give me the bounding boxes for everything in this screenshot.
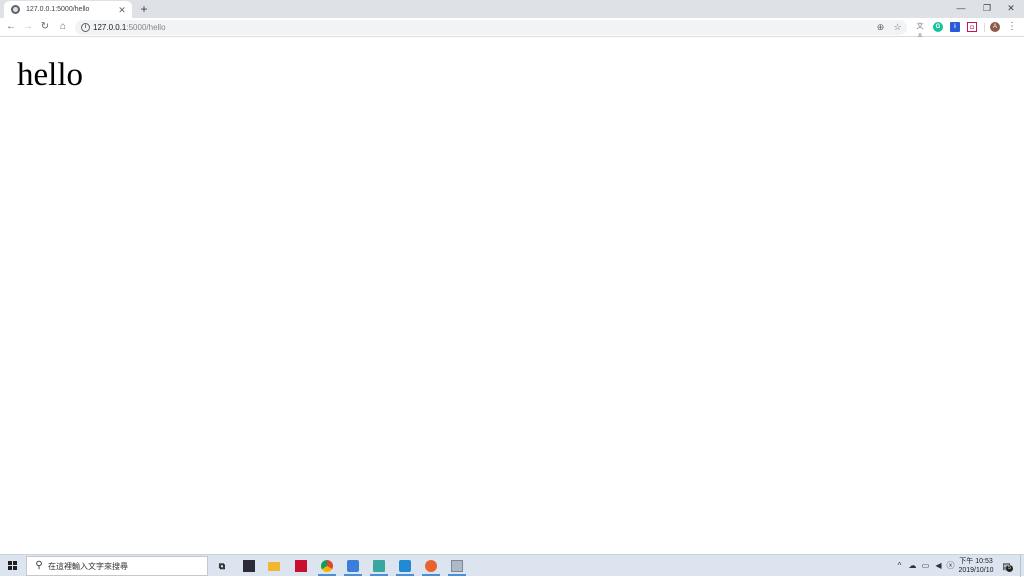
browser-tab[interactable]: 127.0.0.1:5000/hello ✕	[4, 1, 132, 18]
start-button[interactable]	[0, 555, 25, 577]
taskbar-app-notes[interactable]	[368, 556, 390, 576]
taskbar-app-file-explorer[interactable]	[263, 556, 285, 576]
taskbar-app-window[interactable]	[446, 556, 468, 576]
zoom-icon[interactable]: ⊕	[875, 22, 886, 33]
onedrive-cloud-icon[interactable]: ☁	[907, 560, 918, 571]
show-desktop-button[interactable]	[1020, 555, 1024, 577]
page-heading: hello	[17, 57, 83, 93]
volume-icon[interactable]: ◀	[933, 560, 944, 571]
taskbar-search-box[interactable]: ⚲ 在這裡輸入文字來搜尋	[26, 556, 208, 576]
back-button[interactable]: ←	[4, 20, 18, 34]
windows-logo-icon	[8, 561, 18, 571]
new-tab-button[interactable]: +	[138, 2, 150, 16]
tab-strip: 127.0.0.1:5000/hello ✕ + — ❐ ✕	[0, 0, 1024, 18]
toolbar-divider	[984, 23, 985, 32]
editor-app-icon	[295, 560, 307, 572]
globe-icon	[11, 5, 20, 14]
address-bar[interactable]: i 127.0.0.1:5000/hello ⊕ ☆	[75, 20, 907, 35]
picture-extension-icon[interactable]: ◘	[967, 22, 977, 32]
taskbar-clock[interactable]: 下午 10:53 2019/10/10	[954, 557, 998, 575]
taskbar-app-mail[interactable]	[342, 556, 364, 576]
clock-date: 2019/10/10	[958, 567, 994, 574]
tray-expand-icon[interactable]: ^	[894, 560, 905, 571]
terminal-app-icon	[243, 560, 255, 572]
site-info-icon[interactable]: i	[81, 23, 90, 32]
profile-avatar[interactable]: A	[990, 22, 1000, 32]
vscode-icon	[399, 560, 411, 572]
taskbar: ⚲ 在這裡輸入文字來搜尋 ⧉ ^ ☁ ▭ ◀ ⓧ 下午 10:53 2019/1…	[0, 554, 1024, 577]
forward-button[interactable]: →	[21, 20, 35, 34]
task-view-icon: ⧉	[218, 561, 226, 571]
translate-extension-icon[interactable]: 文A	[914, 22, 926, 40]
window-app-icon	[451, 560, 463, 572]
taskbar-app-chrome[interactable]	[316, 556, 338, 576]
clock-time: 下午 10:53	[959, 558, 993, 565]
browser-menu-icon[interactable]: ⋮	[1007, 21, 1017, 33]
taskbar-app-vscode[interactable]	[394, 556, 416, 576]
url-path: :5000/hello	[126, 23, 166, 32]
taskbar-app-orange[interactable]	[420, 556, 442, 576]
chrome-icon	[321, 560, 333, 572]
info-extension-icon[interactable]: i	[950, 22, 960, 32]
browser-toolbar: ← → ↻ ⌂ i 127.0.0.1:5000/hello ⊕ ☆ 文A G …	[0, 18, 1024, 40]
page-content: hello	[0, 37, 1024, 554]
tab-title: 127.0.0.1:5000/hello	[26, 6, 90, 13]
minimize-button[interactable]: —	[948, 0, 974, 16]
search-icon: ⚲	[35, 560, 43, 571]
action-center-button[interactable]: ▤ 5	[1000, 560, 1013, 572]
home-button[interactable]: ⌂	[56, 20, 70, 34]
taskbar-app-editor[interactable]	[290, 556, 312, 576]
notes-app-icon	[373, 560, 385, 572]
taskbar-search-placeholder: 在這裡輸入文字來搜尋	[48, 562, 128, 571]
reload-button[interactable]: ↻	[38, 20, 52, 34]
orange-app-icon	[425, 560, 437, 572]
taskbar-app-terminal[interactable]	[238, 556, 260, 576]
window-close-button[interactable]: ✕	[998, 0, 1024, 16]
notification-count-badge: 5	[1006, 565, 1013, 572]
grammarly-extension-icon[interactable]: G	[933, 22, 943, 32]
mail-app-icon	[347, 560, 359, 572]
bookmark-star-icon[interactable]: ☆	[892, 22, 903, 33]
tab-close-icon[interactable]: ✕	[117, 5, 127, 15]
network-icon[interactable]: ▭	[920, 560, 931, 571]
url-text[interactable]: 127.0.0.1:5000/hello	[93, 22, 166, 33]
url-host: 127.0.0.1	[93, 23, 127, 32]
task-view-button[interactable]: ⧉	[211, 556, 233, 576]
restore-button[interactable]: ❐	[974, 0, 1000, 16]
folder-icon	[268, 561, 280, 571]
